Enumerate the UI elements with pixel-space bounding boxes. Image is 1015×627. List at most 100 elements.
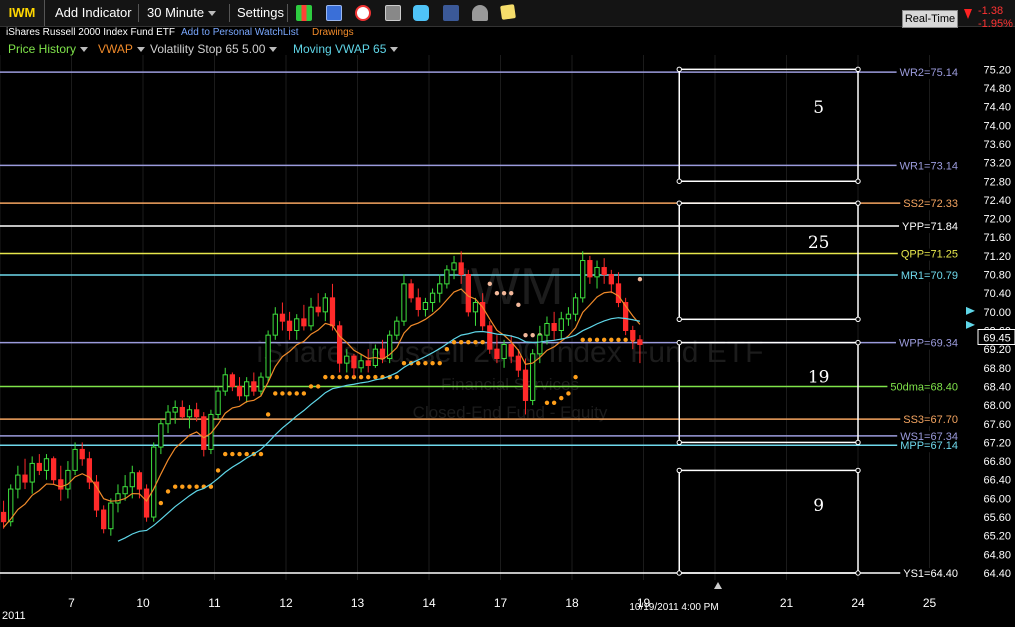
vstop-dot: [523, 332, 528, 338]
x-tick-label: 11: [208, 596, 221, 610]
candle-body: [36, 462, 42, 471]
twitter-icon[interactable]: [413, 5, 429, 21]
y-tick-label: 73.60: [983, 139, 1011, 151]
settings-button[interactable]: Settings: [237, 0, 284, 26]
vstop-dot: [480, 339, 485, 345]
candle-body: [115, 493, 121, 504]
candle: [215, 386, 221, 420]
drawing-box-handle: [676, 339, 682, 346]
x-tick-label: 13: [351, 596, 365, 610]
y-tick-label: 66.40: [983, 475, 1011, 487]
chart-type-icon[interactable]: [296, 5, 312, 21]
y-tick-label: 66.00: [983, 493, 1011, 505]
candle-body: [336, 325, 343, 364]
candle-body: [365, 360, 371, 366]
candle-body: [158, 423, 164, 448]
candle-body: [301, 318, 307, 327]
candle-body: [351, 355, 357, 369]
alarm-clock-icon[interactable]: [355, 5, 371, 21]
x-tick-label: 25: [923, 596, 937, 610]
candle-body: [43, 458, 50, 471]
price-chart[interactable]: IWM iShares Russell 2000 Index Fund ETF …: [0, 0, 1015, 627]
y-tick-label: 67.20: [983, 437, 1011, 449]
candle-body: [572, 297, 579, 315]
realtime-button[interactable]: Real-Time: [902, 10, 958, 28]
candle-body: [308, 306, 314, 327]
candle-body: [136, 472, 143, 490]
vstop-dot: [165, 489, 171, 494]
watchlist-link[interactable]: Add to Personal WatchList: [181, 26, 298, 40]
save-icon[interactable]: [326, 5, 342, 21]
y-tick-label: 70.40: [983, 288, 1011, 300]
interval-dropdown[interactable]: 30 Minute: [147, 0, 217, 26]
x-tick-label: 18: [565, 596, 579, 610]
vstop-dot: [601, 337, 607, 343]
y-tick-label: 66.80: [983, 456, 1011, 468]
year-label: 2011: [2, 610, 26, 622]
chevron-down-icon: [390, 47, 399, 53]
drawing-box-handle: [855, 316, 861, 323]
candle-body: [108, 502, 114, 530]
candle-body: [501, 343, 507, 359]
y-tick-label: 74.00: [983, 120, 1011, 132]
candle-body: [193, 409, 200, 418]
legend-item-2[interactable]: Volatility Stop 65 5.00: [150, 41, 278, 57]
legend-item-0[interactable]: Price History: [8, 41, 89, 57]
x-tick-label: 7: [68, 596, 75, 610]
candle-body: [444, 269, 450, 285]
y-tick-label: 70.00: [983, 307, 1011, 319]
candle-body: [580, 260, 586, 299]
note-icon[interactable]: [500, 4, 516, 20]
y-tick-label: 71.60: [983, 232, 1011, 244]
pivot-label: 50dma=68.40: [890, 381, 958, 393]
indicator-legend: Price History VWAP Volatility Stop 65 5.00…: [0, 41, 900, 57]
candle-body: [329, 297, 336, 327]
pivot-label: SS2=72.33: [903, 198, 958, 210]
y-tick-label: 64.40: [983, 568, 1011, 580]
pivot-label: YPP=71.84: [902, 221, 958, 233]
vstop-dot: [258, 451, 264, 457]
y-tick-label: 72.00: [983, 214, 1011, 226]
vstop-dot: [373, 374, 378, 380]
candle-body: [72, 448, 78, 471]
drawing-box-handle: [676, 178, 682, 184]
vstop-dot: [172, 484, 178, 489]
drawing-box-label: 9: [813, 496, 824, 516]
divider: [229, 4, 230, 22]
candle-body: [22, 474, 28, 483]
print-icon[interactable]: [385, 5, 401, 21]
legend-item-1[interactable]: VWAP: [98, 41, 145, 57]
symbol-button[interactable]: IWM: [0, 0, 45, 26]
drawings-link[interactable]: Drawings: [312, 26, 354, 40]
add-indicator-button[interactable]: Add Indicator: [55, 0, 132, 26]
candle-body: [15, 474, 21, 490]
drawing-box-label: 25: [808, 233, 830, 253]
candle-body: [79, 448, 85, 460]
vstop-dot: [223, 451, 228, 457]
vstop-dot: [444, 346, 450, 352]
y-tick-label: 74.80: [983, 83, 1011, 95]
pivot-label: WR1=73.14: [900, 160, 958, 172]
legend-item-3[interactable]: Moving VWAP 65: [293, 41, 399, 57]
candle-body: [472, 302, 479, 313]
candle: [201, 412, 207, 457]
candle-body: [437, 283, 443, 294]
candle-body: [251, 381, 257, 392]
y-tick-label: 71.20: [983, 251, 1011, 263]
vstop-dot: [458, 339, 464, 345]
candle-body: [608, 274, 614, 285]
candle: [530, 349, 536, 406]
pivot-label: WR2=75.14: [900, 67, 958, 79]
binoculars-icon[interactable]: [472, 5, 488, 21]
candle-body: [122, 486, 128, 495]
vstop-dot: [330, 374, 335, 380]
y-tick-label: 72.80: [983, 176, 1011, 188]
x-tick-label: 12: [279, 596, 293, 610]
facebook-icon[interactable]: [443, 5, 459, 21]
candle-body: [258, 376, 264, 392]
candle: [387, 330, 393, 364]
candle-body: [315, 306, 321, 313]
y-tick-label: 70.80: [983, 270, 1011, 282]
vstop-dot: [594, 337, 600, 343]
vstop-dot: [280, 391, 285, 396]
